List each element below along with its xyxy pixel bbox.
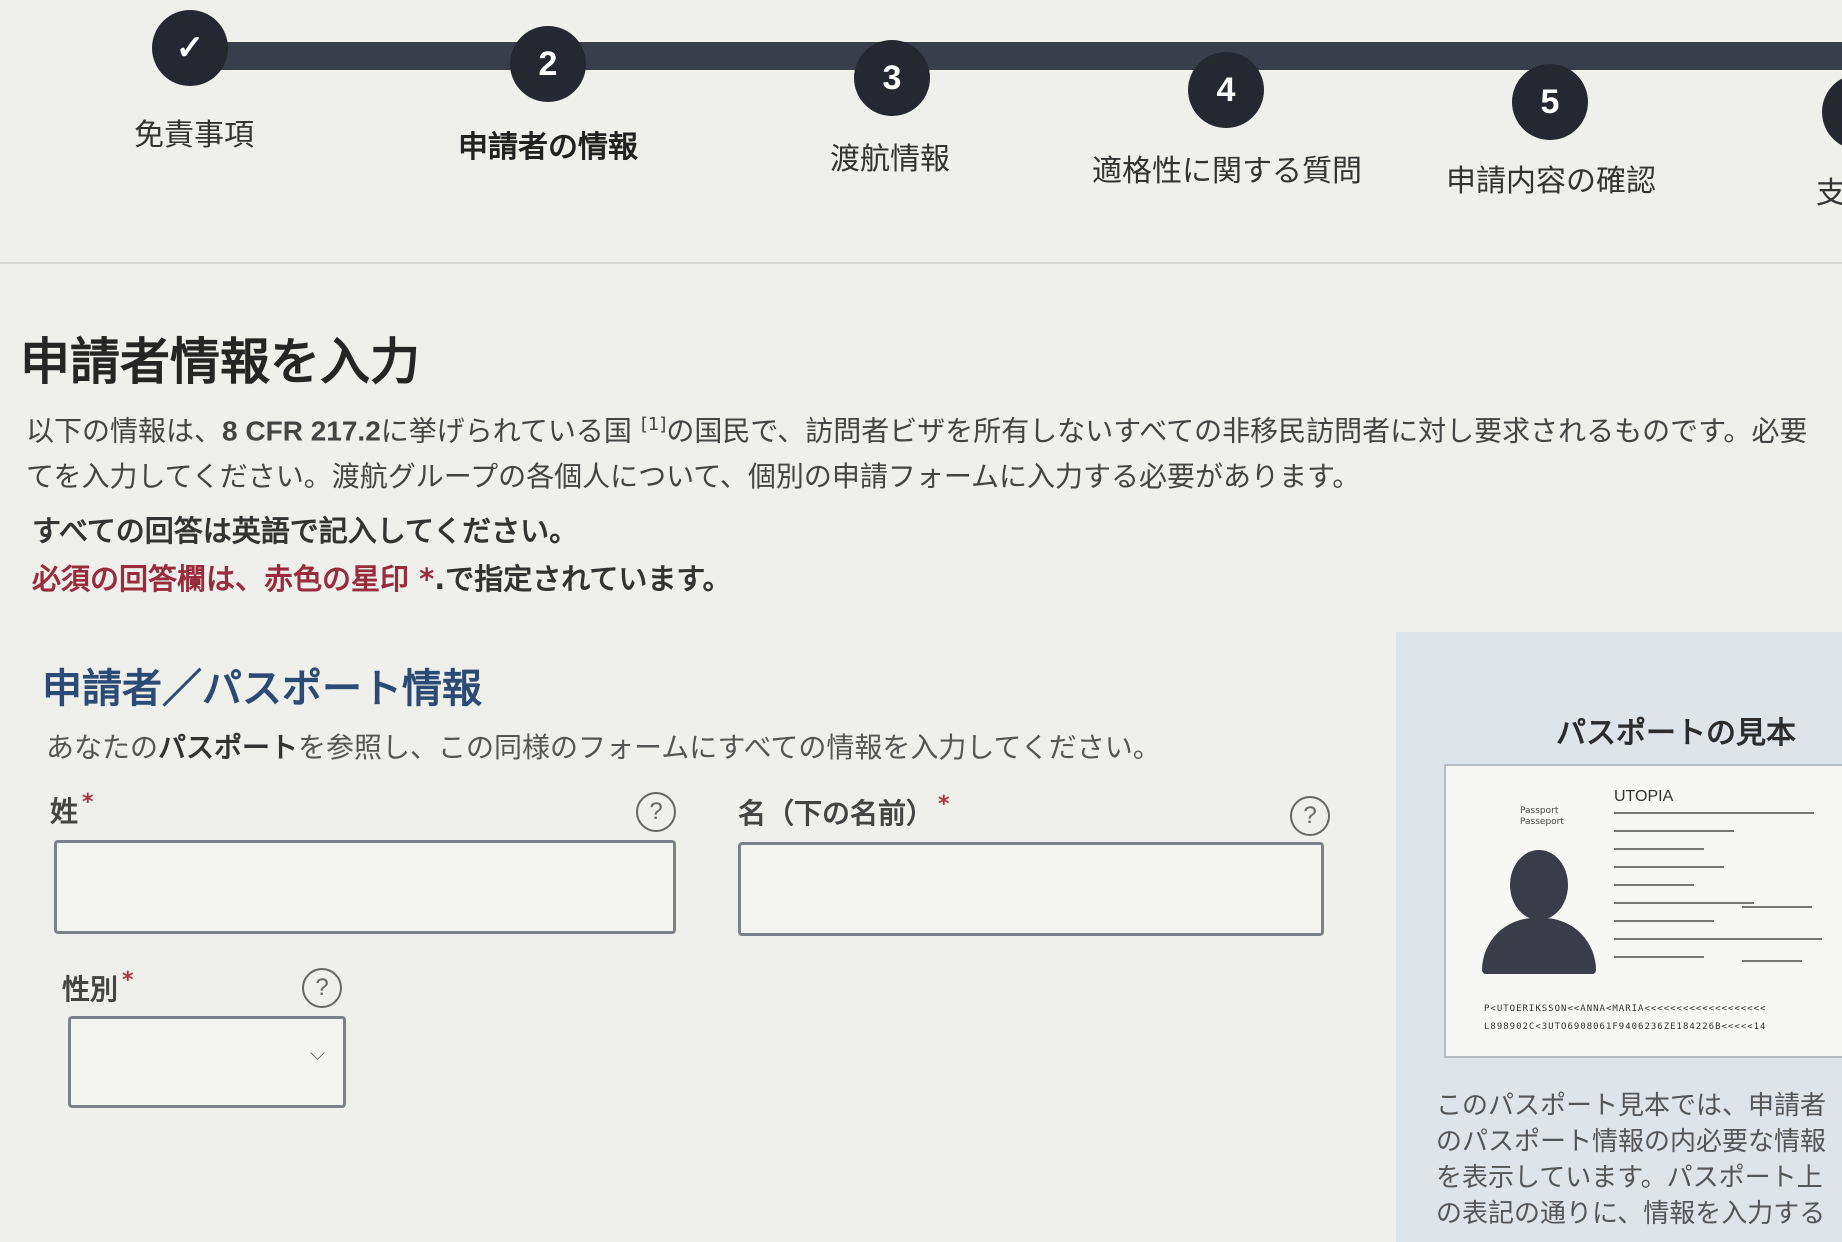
footnote-link[interactable]: [1] bbox=[641, 414, 667, 435]
step-number-3: 3 bbox=[854, 40, 930, 116]
required-note-red: 必須の回答欄は、赤色の星印 bbox=[32, 562, 410, 596]
given-name-input[interactable] bbox=[738, 842, 1324, 936]
required-note: 必須の回答欄は、赤色の星印 *.で指定されています。 bbox=[32, 556, 732, 598]
subtitle-post: を参照し、この同様のフォームにすべての情報を入力してください。 bbox=[298, 731, 1161, 764]
passport-data-line bbox=[1742, 938, 1822, 940]
passport-data-line bbox=[1614, 830, 1734, 832]
step-label-review: 申請内容の確認 bbox=[1446, 164, 1656, 199]
check-icon: ✓ bbox=[152, 10, 228, 86]
step-label-travel-info: 渡航情報 bbox=[830, 142, 950, 177]
passport-data-line bbox=[1614, 956, 1704, 958]
gender-label: 性別 * bbox=[62, 968, 134, 1008]
page-title: 申請者情報を入力 bbox=[20, 333, 420, 391]
required-note-rest: .で指定されています。 bbox=[434, 562, 732, 596]
passport-data-line bbox=[1614, 884, 1694, 886]
intro-post: の国民で、訪問者ビザを所有しないすべての非移民訪問者に対し要求されるものです。必… bbox=[666, 414, 1808, 448]
required-asterisk: * bbox=[122, 968, 134, 993]
passport-doc-label: Passport Passeport bbox=[1520, 806, 1564, 827]
intro-mid: に挙げられている国 bbox=[380, 414, 632, 448]
step-number-6 bbox=[1822, 74, 1842, 150]
passport-sample-image: UTOPIA Passport Passeport P<UTOERIKSSON<… bbox=[1444, 764, 1842, 1058]
passport-data-line bbox=[1614, 938, 1744, 940]
given-name-label-text: 名（下の名前） bbox=[738, 797, 935, 830]
surname-label: 姓 * bbox=[50, 790, 94, 830]
passport-data-line bbox=[1614, 920, 1714, 922]
chevron-down-icon: ⌵ bbox=[309, 1041, 325, 1065]
gender-select[interactable]: ⌵ bbox=[68, 1016, 346, 1108]
passport-data-line bbox=[1614, 848, 1704, 850]
help-icon[interactable]: ? bbox=[302, 968, 342, 1008]
step-number-4: 4 bbox=[1188, 52, 1264, 128]
section-title: 申請者／パスポート情報 bbox=[42, 666, 482, 712]
surname-label-text: 姓 bbox=[50, 795, 79, 828]
intro-line2: てを入力してください。渡航グループの各個人について、個別の申請フォームに入力する… bbox=[26, 460, 1361, 494]
header-divider bbox=[0, 262, 1842, 264]
step-number-2: 2 bbox=[510, 26, 586, 102]
required-asterisk: * bbox=[82, 790, 94, 815]
surname-input[interactable] bbox=[54, 840, 676, 934]
passport-country: UTOPIA bbox=[1614, 788, 1674, 805]
passport-data-line bbox=[1614, 866, 1724, 868]
passport-photo-body bbox=[1482, 918, 1596, 974]
cfr-reference: 8 CFR 217.2 bbox=[222, 415, 381, 447]
passport-mrz-line-1: P<UTOERIKSSON<<ANNA<MARIA<<<<<<<<<<<<<<<… bbox=[1484, 1004, 1767, 1014]
english-note: すべての回答は英語で記入してください。 bbox=[32, 514, 579, 548]
help-icon[interactable]: ? bbox=[636, 792, 676, 832]
intro-text: 以下の情報は、8 CFR 217.2に挙げられている国 [1]の国民で、訪問者ビ… bbox=[26, 402, 1842, 500]
gender-label-text: 性別 bbox=[62, 973, 119, 1006]
passport-sample-title: パスポートの見本 bbox=[1556, 716, 1796, 751]
stepper-track bbox=[190, 42, 1842, 70]
step-label-payment: 支 bbox=[1816, 176, 1842, 211]
passport-data-line bbox=[1742, 906, 1812, 908]
step-label-eligibility: 適格性に関する質問 bbox=[1092, 154, 1362, 189]
subtitle-bold: パスポート bbox=[158, 731, 299, 764]
passport-data-line bbox=[1614, 812, 1814, 814]
given-name-label: 名（下の名前） * bbox=[738, 792, 950, 832]
intro-pre: 以下の情報は、 bbox=[26, 414, 223, 448]
passport-data-line bbox=[1742, 960, 1802, 962]
passport-sample-description: このパスポート見本では、申請者のパスポート情報の内必要な情報を表示しています。パ… bbox=[1436, 1091, 1827, 1229]
progress-stepper: ✓ 免責事項 2 申請者の情報 3 渡航情報 4 適格性に関する質問 5 申請内… bbox=[0, 0, 1842, 260]
step-label-applicant-info: 申請者の情報 bbox=[458, 130, 638, 165]
passport-data-line bbox=[1614, 902, 1754, 904]
help-icon[interactable]: ? bbox=[1290, 796, 1330, 836]
step-number-5: 5 bbox=[1512, 64, 1588, 140]
section-subtitle: あなたのパスポートを参照し、この同様のフォームにすべての情報を入力してください。 bbox=[46, 726, 1161, 766]
passport-sample-panel: パスポートの見本 UTOPIA Passport Passeport P<UTO… bbox=[1396, 632, 1842, 1242]
required-star: * bbox=[409, 562, 435, 596]
step-label-disclaimer: 免責事項 bbox=[134, 118, 254, 153]
required-asterisk: * bbox=[938, 792, 950, 817]
passport-photo-head bbox=[1510, 850, 1568, 920]
subtitle-pre: あなたの bbox=[46, 731, 159, 764]
passport-mrz-line-2: L898902C<3UTO6908061F9406236ZE184226B<<<… bbox=[1484, 1022, 1767, 1032]
